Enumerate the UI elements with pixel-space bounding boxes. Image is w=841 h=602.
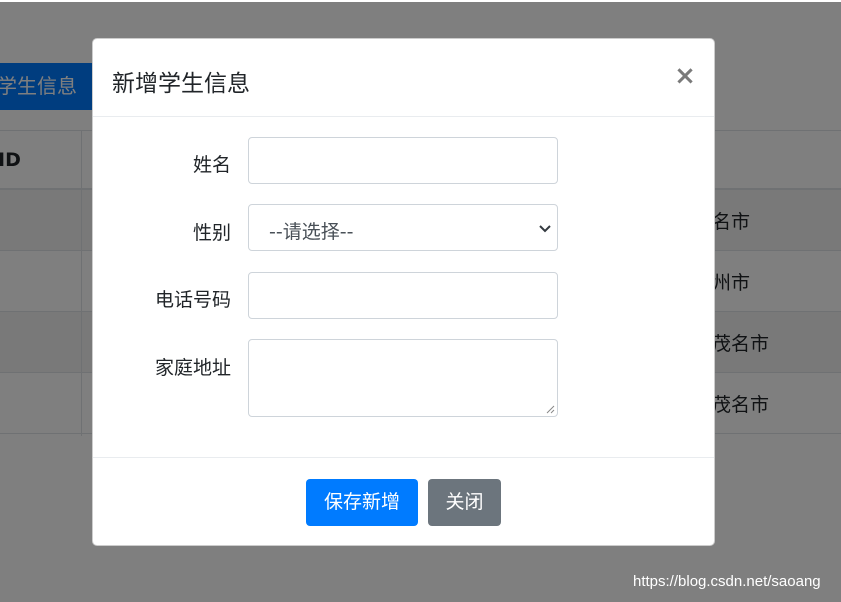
address-label: 家庭地址	[154, 357, 231, 379]
gender-select[interactable]: --请选择--	[248, 204, 558, 251]
name-input[interactable]	[248, 137, 558, 184]
name-label: 姓名	[192, 154, 231, 176]
phone-label: 电话号码	[154, 289, 231, 311]
phone-input[interactable]	[248, 272, 558, 319]
modal-header: 新增学生信息 ×	[93, 39, 714, 117]
gender-label: 性别	[192, 222, 231, 244]
resize-grip-icon[interactable]	[546, 405, 555, 414]
gender-select-value: --请选择--	[269, 221, 354, 243]
close-icon[interactable]: ×	[674, 63, 696, 89]
modal-title: 新增学生信息	[112, 71, 250, 97]
save-button[interactable]: 保存新增	[306, 479, 418, 526]
add-student-modal: 新增学生信息 × 姓名 性别 --请选择-- 电话号码 家庭地址 保存新增 关闭	[92, 38, 715, 546]
chevron-down-icon	[539, 225, 551, 233]
watermark: https://blog.csdn.net/saoang	[633, 573, 821, 590]
close-button[interactable]: 关闭	[428, 479, 501, 526]
address-textarea[interactable]	[248, 339, 558, 417]
modal-footer: 保存新增 关闭	[93, 457, 714, 545]
